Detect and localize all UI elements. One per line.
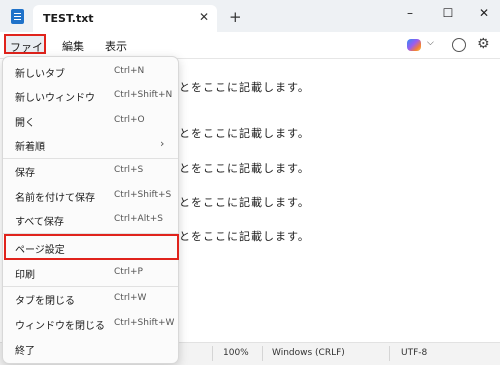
menu-item-close-tab[interactable]: タブを閉じる Ctrl+W xyxy=(5,287,177,311)
edit-menu-button[interactable]: 編集 xyxy=(62,38,84,54)
line-ending[interactable]: Windows (CRLF) xyxy=(272,348,345,358)
file-dropdown-menu: 新しいタブ Ctrl+N 新しいウィンドウ Ctrl+Shift+N 開く Ct… xyxy=(2,56,179,364)
status-separator xyxy=(212,346,213,361)
menu-item-save[interactable]: 保存 Ctrl+S xyxy=(5,159,177,183)
text-line-4: とをここに記載します。 xyxy=(179,196,310,209)
menu-item-print[interactable]: 印刷 Ctrl+P xyxy=(5,261,177,285)
tab-close-icon[interactable]: ✕ xyxy=(199,10,209,24)
menu-item-save-as[interactable]: 名前を付けて保存 Ctrl+Shift+S xyxy=(5,184,177,208)
view-menu-button[interactable]: 表示 xyxy=(105,38,127,54)
menu-item-open[interactable]: 開く Ctrl+O xyxy=(5,109,177,133)
menu-item-close-window[interactable]: ウィンドウを閉じる Ctrl+Shift+W xyxy=(5,312,177,336)
menu-item-new-tab[interactable]: 新しいタブ Ctrl+N xyxy=(5,60,177,84)
minimize-icon[interactable]: – xyxy=(400,6,420,20)
zoom-level[interactable]: 100% xyxy=(223,348,249,358)
window-close-icon[interactable]: ✕ xyxy=(474,6,494,20)
menu-item-recent[interactable]: 新着順 › xyxy=(5,133,177,157)
maximize-icon[interactable]: ☐ xyxy=(438,6,458,20)
menu-bar: ファイル 編集 表示 ⌵ ⚙ xyxy=(0,32,500,70)
status-separator xyxy=(389,346,390,361)
status-separator xyxy=(262,346,263,361)
notepad-app-icon xyxy=(11,9,24,24)
file-menu-button[interactable]: ファイル xyxy=(4,34,46,70)
tab-title: TEST.txt xyxy=(43,12,94,25)
text-line-2: とをここに記載します。 xyxy=(179,127,310,140)
encoding[interactable]: UTF-8 xyxy=(401,348,427,358)
text-line-1: とをここに記載します。 xyxy=(179,81,310,94)
gear-icon[interactable]: ⚙ xyxy=(477,36,490,52)
text-line-3: とをここに記載します。 xyxy=(179,162,310,175)
account-icon[interactable] xyxy=(452,38,466,52)
new-tab-plus-icon[interactable]: + xyxy=(229,8,242,26)
menu-item-exit[interactable]: 終了 xyxy=(5,337,177,361)
menu-item-page-setup[interactable]: ページ設定 xyxy=(4,234,179,260)
chevron-right-icon: › xyxy=(160,137,165,150)
text-line-5: とをここに記載します。 xyxy=(179,230,310,243)
menu-item-new-window[interactable]: 新しいウィンドウ Ctrl+Shift+N xyxy=(5,84,177,108)
title-bar: TEST.txt ✕ + – ☐ ✕ xyxy=(0,0,500,32)
menu-item-save-all[interactable]: すべて保存 Ctrl+Alt+S xyxy=(5,208,177,232)
tab-test-txt[interactable]: TEST.txt ✕ xyxy=(33,5,217,32)
copilot-icon[interactable] xyxy=(407,39,421,51)
chevron-down-icon[interactable]: ⌵ xyxy=(427,38,434,48)
